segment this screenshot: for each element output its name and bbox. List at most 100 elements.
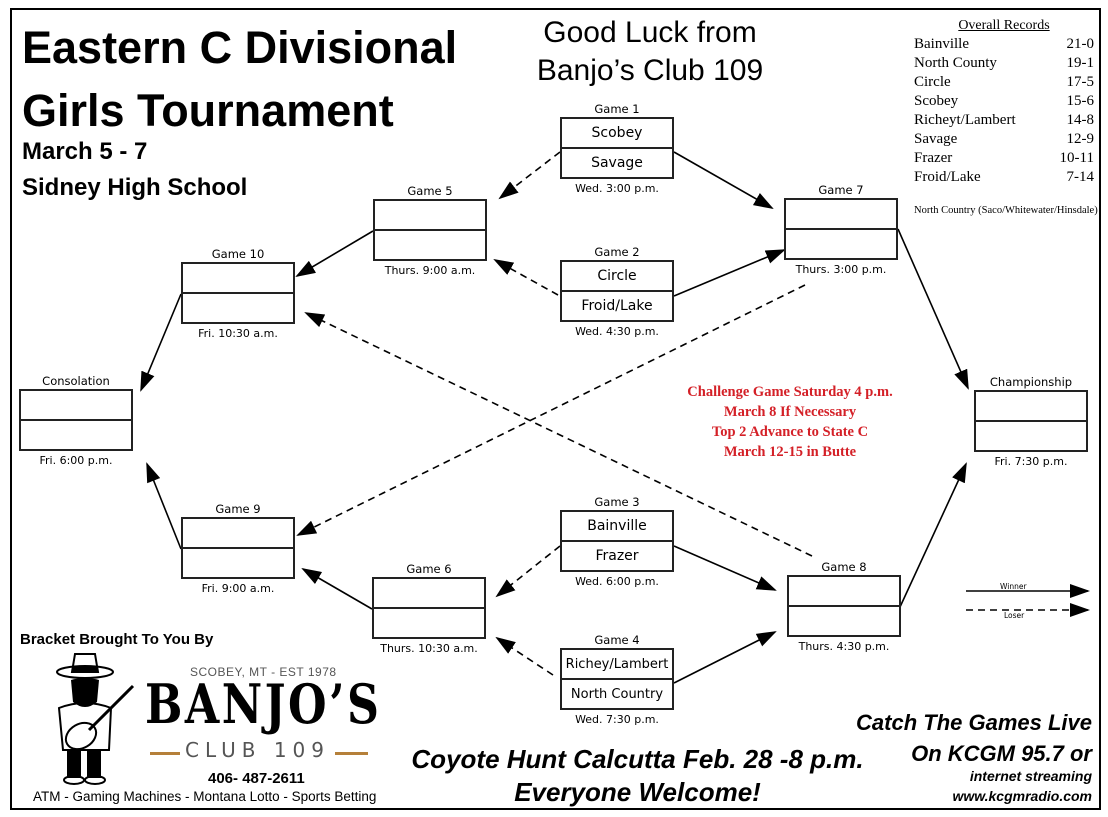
winner-line-g7-championship [897,228,969,390]
game-time: Fri. 6:00 p.m. [39,454,113,467]
winner-line-g10-consolation [140,293,182,392]
game-label: Game 1 [594,102,640,116]
challenge-line-4: March 12-15 in Butte [723,444,857,460]
record-row: Scobey 15-6 [914,92,1094,111]
game-time: Thurs. 3:00 p.m. [795,263,887,276]
team-slot-bottom [786,228,896,258]
winner-line-g3-g8 [673,545,777,591]
record-team: Frazer [914,150,953,166]
records-note: North Country (Saco/Whitewater/Hinsdale) [914,205,1098,216]
legend-loser-label: Loser [1004,611,1025,620]
record-value: 10-11 [1059,150,1094,166]
records-heading: Overall Records [958,18,1050,33]
game-2: Game 2 Circle Froid/Lake Wed. 4:30 p.m. [560,244,674,338]
radio-website-link[interactable]: www.kcgmradio.com [952,788,1092,804]
loser-line-g4-g6 [495,636,554,676]
winner-line-g2-g7 [673,249,786,297]
team-slot-bottom: North Country [562,678,672,708]
loser-line-g3-g6 [495,545,561,598]
game-label: Game 7 [818,183,864,197]
team-slot-top [183,519,293,547]
game-label: Game 8 [821,560,867,574]
radio-line-3: internet streaming [969,768,1092,784]
championship-game: Championship Fri. 7:30 p.m. [974,374,1088,468]
game-label: Consolation [42,374,110,388]
record-value: 12-9 [1066,131,1095,147]
winner-line-g9-consolation [146,462,182,550]
matchup-box [784,198,898,260]
radio-line-2: On KCGM 95.7 or [911,741,1092,766]
matchup-box [19,389,133,451]
record-team: Richeyt/Lambert [914,112,1016,128]
matchup-box [372,577,486,639]
challenge-line-2: March 8 If Necessary [723,404,857,420]
game-time: Wed. 6:00 p.m. [575,575,659,588]
team-slot-bottom [21,419,131,449]
record-team: Bainville [914,36,969,52]
record-row: Frazer 10-11 [914,149,1094,168]
record-team: Froid/Lake [914,169,981,185]
game-label: Game 3 [594,495,640,509]
matchup-box [787,575,901,637]
game-time: Fri. 7:30 p.m. [994,455,1068,468]
matchup-box: Richey/Lambert North Country [560,648,674,710]
matchup-box: Circle Froid/Lake [560,260,674,322]
matchup-box [181,517,295,579]
game-time: Fri. 9:00 a.m. [201,582,275,595]
team-slot-top [976,392,1086,420]
coyote-hunt-line-1: Coyote Hunt Calcutta Feb. 28 -8 p.m. [411,744,864,774]
record-row: Savage 12-9 [914,130,1094,149]
team-slot-bottom [375,229,485,259]
game-label: Championship [989,375,1073,389]
challenge-line-3: Top 2 Advance to State C [711,424,869,440]
good-luck-line-1: Good Luck from [543,16,757,49]
game-time: Wed. 4:30 p.m. [575,325,659,338]
game-time: Thurs. 10:30 a.m. [380,642,478,655]
game-label: Game 6 [406,562,452,576]
legend-winner-label: Winner [1000,582,1027,591]
tournament-dates: March 5 - 7 [22,138,148,165]
overall-records: Overall Records Bainville 21-0 North Coun… [914,18,1098,216]
title-line-1: Eastern C Divisional [22,22,458,73]
game-10: Game 10 Fri. 10:30 a.m. [181,246,295,340]
team-slot-top: Bainville [587,518,647,534]
tournament-venue: Sidney High School [22,174,248,201]
team-slot-bottom [183,547,293,577]
game-3: Game 3 Bainville Frazer Wed. 6:00 p.m. [560,494,674,588]
record-value: 17-5 [1066,74,1095,90]
team-slot-top [374,579,484,607]
game-label: Game 10 [211,247,265,261]
team-slot-top: Richey/Lambert [565,656,669,672]
game-9: Game 9 Fri. 9:00 a.m. [181,501,295,595]
team-slot-top [183,264,293,292]
record-row: Froid/Lake 7-14 [914,168,1094,187]
game-1: Game 1 Scobey Savage Wed. 3:00 p.m. [560,101,674,195]
logo-accent-bar-left [150,752,180,755]
game-label: Game 9 [215,502,261,516]
game-5: Game 5 Thurs. 9:00 a.m. [373,183,487,277]
title-line-2: Girls Tournament [22,85,394,136]
consolation-game: Consolation Fri. 6:00 p.m. [19,373,133,467]
game-label: Game 4 [594,633,640,647]
record-value: 14-8 [1066,112,1095,128]
team-slot-bottom: Savage [562,147,672,177]
record-row: North County 19-1 [914,54,1094,73]
team-slot-bottom: Froid/Lake [562,290,672,320]
team-slot-top [789,577,899,605]
good-luck-line-2: Banjo’s Club 109 [536,54,764,87]
sponsor-logo-name: BANJO’S [145,672,382,736]
radio-line-1: Catch The Games Live [856,710,1092,735]
game-time: Thurs. 4:30 p.m. [798,640,890,653]
coyote-hunt-line-2: Everyone Welcome! [514,777,761,807]
challenge-line-1: Challenge Game Saturday 4 p.m. [687,384,893,400]
good-luck-message: Good Luck from Banjo’s Club 109 [515,14,785,90]
game-6: Game 6 Thurs. 10:30 a.m. [372,561,486,655]
team-slot-bottom [374,607,484,637]
team-slot-top: Scobey [591,125,643,141]
team-slot-top: Circle [597,268,637,284]
winner-line-g4-g8 [673,631,777,684]
record-team: Circle [914,74,951,90]
sponsor-heading: Bracket Brought To You By [20,631,214,648]
game-label: Game 5 [407,184,453,198]
team-slot-bottom [789,605,899,635]
